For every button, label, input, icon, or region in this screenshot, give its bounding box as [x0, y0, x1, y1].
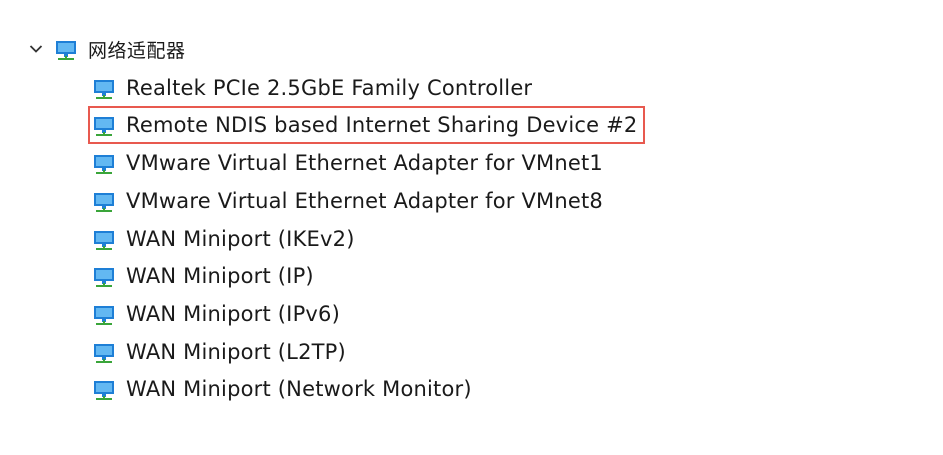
network-adapter-icon — [92, 340, 118, 364]
network-adapter-icon — [92, 302, 118, 326]
network-adapter-icon — [92, 377, 118, 401]
device-item[interactable]: WAN Miniport (IKEv2) — [92, 222, 355, 256]
network-adapter-icon — [92, 264, 118, 288]
network-adapter-icon — [92, 113, 118, 137]
device-label: Realtek PCIe 2.5GbE Family Controller — [126, 76, 533, 100]
chevron-down-icon[interactable] — [26, 39, 46, 59]
device-label: VMware Virtual Ethernet Adapter for VMne… — [126, 151, 603, 175]
device-item[interactable]: WAN Miniport (Network Monitor) — [92, 372, 472, 406]
device-item[interactable]: Realtek PCIe 2.5GbE Family Controller — [92, 71, 532, 105]
network-adapter-icon — [54, 37, 80, 61]
device-label: WAN Miniport (IKEv2) — [126, 227, 355, 251]
device-label: Remote NDIS based Internet Sharing Devic… — [126, 113, 638, 137]
network-adapter-icon — [92, 227, 118, 251]
device-label: WAN Miniport (IP) — [126, 264, 314, 288]
device-label: VMware Virtual Ethernet Adapter for VMne… — [126, 189, 603, 213]
device-label: WAN Miniport (Network Monitor) — [126, 377, 472, 401]
network-adapter-icon — [92, 189, 118, 213]
device-item[interactable]: VMware Virtual Ethernet Adapter for VMne… — [92, 146, 603, 180]
network-adapter-icon — [92, 76, 118, 100]
device-item[interactable]: WAN Miniport (L2TP) — [92, 335, 346, 369]
device-item[interactable]: WAN Miniport (IPv6) — [92, 297, 340, 331]
category-label: 网络适配器 — [88, 39, 186, 62]
device-label: WAN Miniport (IPv6) — [126, 302, 341, 326]
device-item[interactable]: VMware Virtual Ethernet Adapter for VMne… — [92, 184, 603, 218]
device-label: WAN Miniport (L2TP) — [126, 340, 346, 364]
device-item[interactable]: WAN Miniport (IP) — [92, 259, 314, 293]
network-adapter-icon — [92, 151, 118, 175]
device-item-selected[interactable]: Remote NDIS based Internet Sharing Devic… — [87, 106, 646, 144]
category-network-adapters[interactable]: 网络适配器 — [26, 32, 186, 66]
device-manager-tree: 网络适配器 Realtek PCIe 2.5GbE Family Control… — [0, 0, 943, 455]
